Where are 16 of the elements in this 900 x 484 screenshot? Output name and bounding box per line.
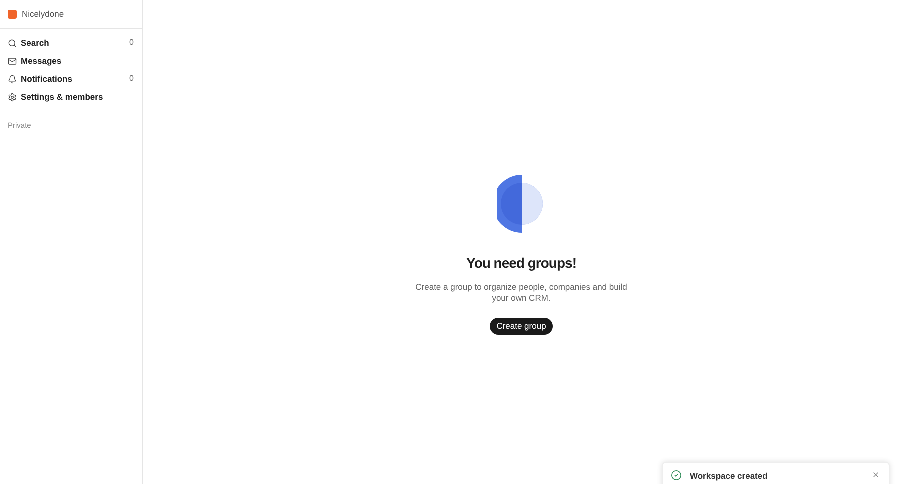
- sidebar-item[interactable]: Search 0: [0, 34, 142, 52]
- sidebar-item[interactable]: Notifications 0: [0, 70, 142, 88]
- envelope-icon: [8, 56, 17, 66]
- empty-state-title: You need groups!: [466, 254, 576, 273]
- close-button[interactable]: [871, 470, 881, 480]
- settings-icon: [8, 92, 17, 102]
- sidebar-item[interactable]: Settings & members: [0, 88, 142, 106]
- toast-message: Workspace created: [690, 470, 769, 483]
- empty-state-description: Create a group to organize people, companies and build your own CRM.: [414, 282, 628, 304]
- create-group-button[interactable]: Create group: [490, 318, 554, 335]
- logo-icon: [8, 10, 17, 18]
- search-icon: [8, 38, 17, 48]
- check-circle-icon: [671, 470, 682, 481]
- workspace-name: Nicelydone: [22, 8, 64, 20]
- sidebar-item[interactable]: Messages: [0, 52, 142, 70]
- bell-icon: [8, 74, 17, 84]
